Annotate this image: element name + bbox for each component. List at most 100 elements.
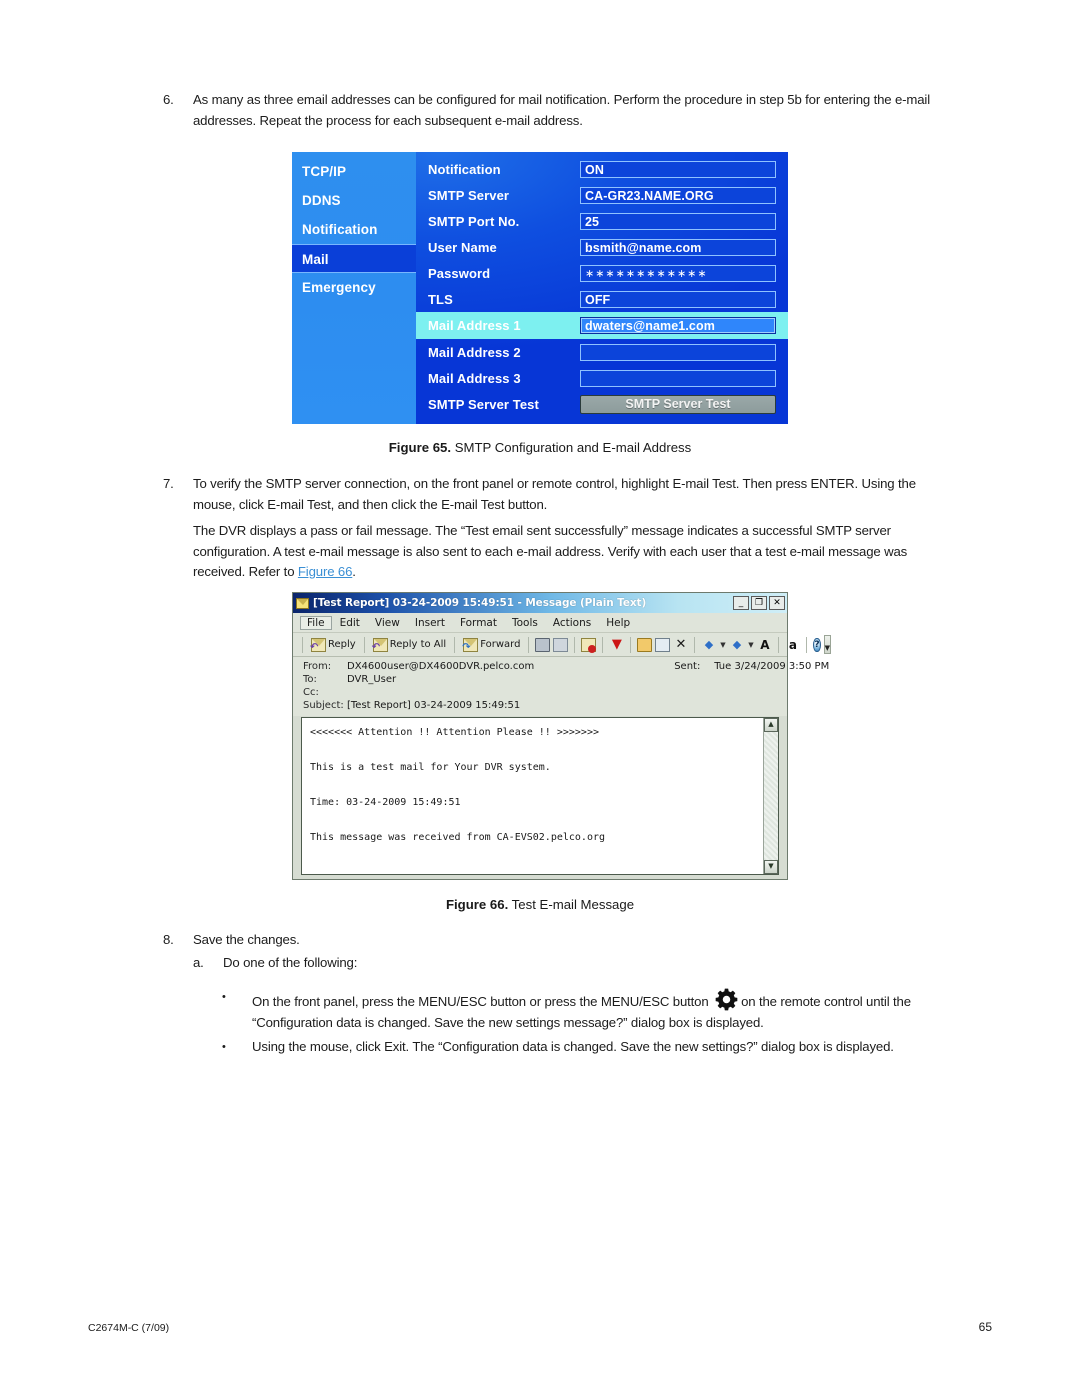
sent-value: Tue 3/24/2009 3:50 PM [714,661,830,672]
gear-icon [714,987,739,1012]
delete-message-icon[interactable] [581,637,597,653]
chevron-down-icon[interactable]: ▼ [747,638,754,652]
field-notification[interactable]: ON [580,160,776,178]
minimize-icon[interactable]: _ [733,596,749,610]
message-envelope-icon [296,597,309,609]
menu-edit[interactable]: Edit [333,616,367,630]
sidebar-item-emergency[interactable]: Emergency [292,273,416,302]
delete-x-icon[interactable]: ✕ [673,637,688,652]
header-row-to: To: DVR_User [293,674,787,687]
label-user-name: User Name [428,239,497,255]
toolbar-separator [630,636,632,653]
help-icon[interactable]: ? [813,637,821,652]
smtp-server-test-button[interactable]: SMTP Server Test [580,394,776,414]
menu-tools[interactable]: Tools [505,616,545,630]
window-title: [Test Report] 03-24-2009 15:49:51 - Mess… [313,597,647,609]
subject-value: [Test Report] 03-24-2009 15:49:51 [347,700,521,711]
footer-page-number: 65 [978,1320,992,1334]
bullet-item-mouse-exit: • Using the mouse, click Exit. The “Conf… [222,1037,982,1058]
copy-icon[interactable] [553,637,569,652]
chevron-down-icon[interactable]: ▼ [719,638,726,652]
reply-button[interactable]: ↶ Reply [309,637,358,653]
smtp-configuration-dialog: TCP/IP DDNS Notification Mail Emergency … [292,152,788,424]
row-password: Password ∗∗∗∗∗∗∗∗∗∗∗∗ [416,260,788,286]
step-8a: a. Do one of the following: [193,953,949,974]
header-row-subject: Subject: [Test Report] 03-24-2009 15:49:… [293,700,787,713]
row-tls: TLS OFF [416,286,788,312]
scroll-down-icon[interactable]: ▼ [764,860,778,874]
toolbar-separator [528,636,530,653]
smtp-sidebar: TCP/IP DDNS Notification Mail Emergency [292,152,416,424]
reply-all-button[interactable]: ↶ Reply to All [371,637,449,653]
field-user-name[interactable]: bsmith@name.com [580,238,776,256]
flag-icon[interactable]: ▼ [609,637,624,652]
step-8: 8. Save the changes. [163,930,949,951]
field-password[interactable]: ∗∗∗∗∗∗∗∗∗∗∗∗ [580,264,776,282]
step-7: 7. To verify the SMTP server connection,… [163,474,949,515]
speech-icon[interactable]: a [785,638,800,652]
document-page: 6. As many as three email addresses can … [0,0,1080,1397]
from-label: From: [303,661,332,672]
field-smtp-server[interactable]: CA-GR23.NAME.ORG [580,186,776,204]
window-titlebar[interactable]: [Test Report] 03-24-2009 15:49:51 - Mess… [293,593,787,613]
step-7-marker: 7. [163,476,174,491]
sent-label: Sent: [674,661,701,672]
bullet-2-text: Using the mouse, click Exit. The “Config… [252,1039,894,1054]
close-icon[interactable]: ✕ [769,596,785,610]
toolbar-separator [694,636,696,653]
label-tls: TLS [428,291,453,307]
menu-bar: File Edit View Insert Format Tools Actio… [293,613,787,633]
to-value: DVR_User [347,674,397,685]
figure-66-link[interactable]: Figure 66 [298,564,353,579]
toolbar-separator [574,636,576,653]
field-smtp-port[interactable]: 25 [580,212,776,230]
menu-view[interactable]: View [368,616,407,630]
move-to-folder-icon[interactable] [655,637,671,652]
menu-help[interactable]: Help [599,616,637,630]
subject-label: Subject: [303,700,344,711]
message-body-text: <<<<<<< Attention !! Attention Please !!… [310,727,606,843]
field-mail-address-2[interactable] [580,343,776,361]
toolbar-separator [778,636,780,653]
sidebar-item-mail[interactable]: Mail [292,244,416,273]
row-user-name: User Name bsmith@name.com [416,234,788,260]
header-row-cc: Cc: [293,687,787,700]
down-arrow-icon[interactable]: ◆ [729,638,744,652]
label-mail-address-2: Mail Address 2 [428,344,521,360]
step-6-marker: 6. [163,92,174,107]
bullet-1-text-before: On the front panel, press the MENU/ESC b… [252,994,713,1009]
forward-button[interactable]: ↷ Forward [461,637,522,653]
step-6-text: As many as three email addresses can be … [193,92,930,128]
figure-66-caption: Figure 66. Test E-mail Message [0,897,1080,912]
step-8-marker: 8. [163,932,174,947]
scroll-up-icon[interactable]: ▲ [764,718,778,732]
print-icon[interactable] [535,637,551,652]
menu-file[interactable]: File [300,615,332,630]
row-mail-address-2: Mail Address 2 [416,339,788,365]
menu-format[interactable]: Format [453,616,504,630]
row-smtp-server: SMTP Server CA-GR23.NAME.ORG [416,182,788,208]
field-mail-address-3[interactable] [580,369,776,387]
field-mail-address-1[interactable]: dwaters@name1.com [580,317,776,334]
label-password: Password [428,265,491,281]
bullet-item-front-panel: • On the front panel, press the MENU/ESC… [222,987,982,1033]
menu-insert[interactable]: Insert [408,616,452,630]
step-8a-marker: a. [193,955,204,970]
maximize-icon[interactable]: ❐ [751,596,767,610]
message-body-scrollbar[interactable]: ▲ ▼ [763,718,778,874]
sidebar-item-tcpip[interactable]: TCP/IP [292,157,416,186]
step-8-text: Save the changes. [193,932,300,947]
bullet-marker: • [222,991,226,1003]
label-smtp-server: SMTP Server [428,187,510,203]
sidebar-item-ddns[interactable]: DDNS [292,186,416,215]
field-tls[interactable]: OFF [580,290,776,308]
menu-actions[interactable]: Actions [546,616,598,630]
toolbar-grip [302,636,303,653]
step-7-text: To verify the SMTP server connection, on… [193,476,916,512]
folder-icon[interactable] [637,637,653,652]
up-arrow-icon[interactable]: ◆ [701,638,716,652]
toolbar-overflow-icon[interactable]: ▼ [823,635,832,654]
row-mail-address-1: Mail Address 1 dwaters@name1.com [416,312,788,339]
sidebar-item-notification[interactable]: Notification [292,215,416,244]
font-size-icon[interactable]: A [757,638,772,652]
